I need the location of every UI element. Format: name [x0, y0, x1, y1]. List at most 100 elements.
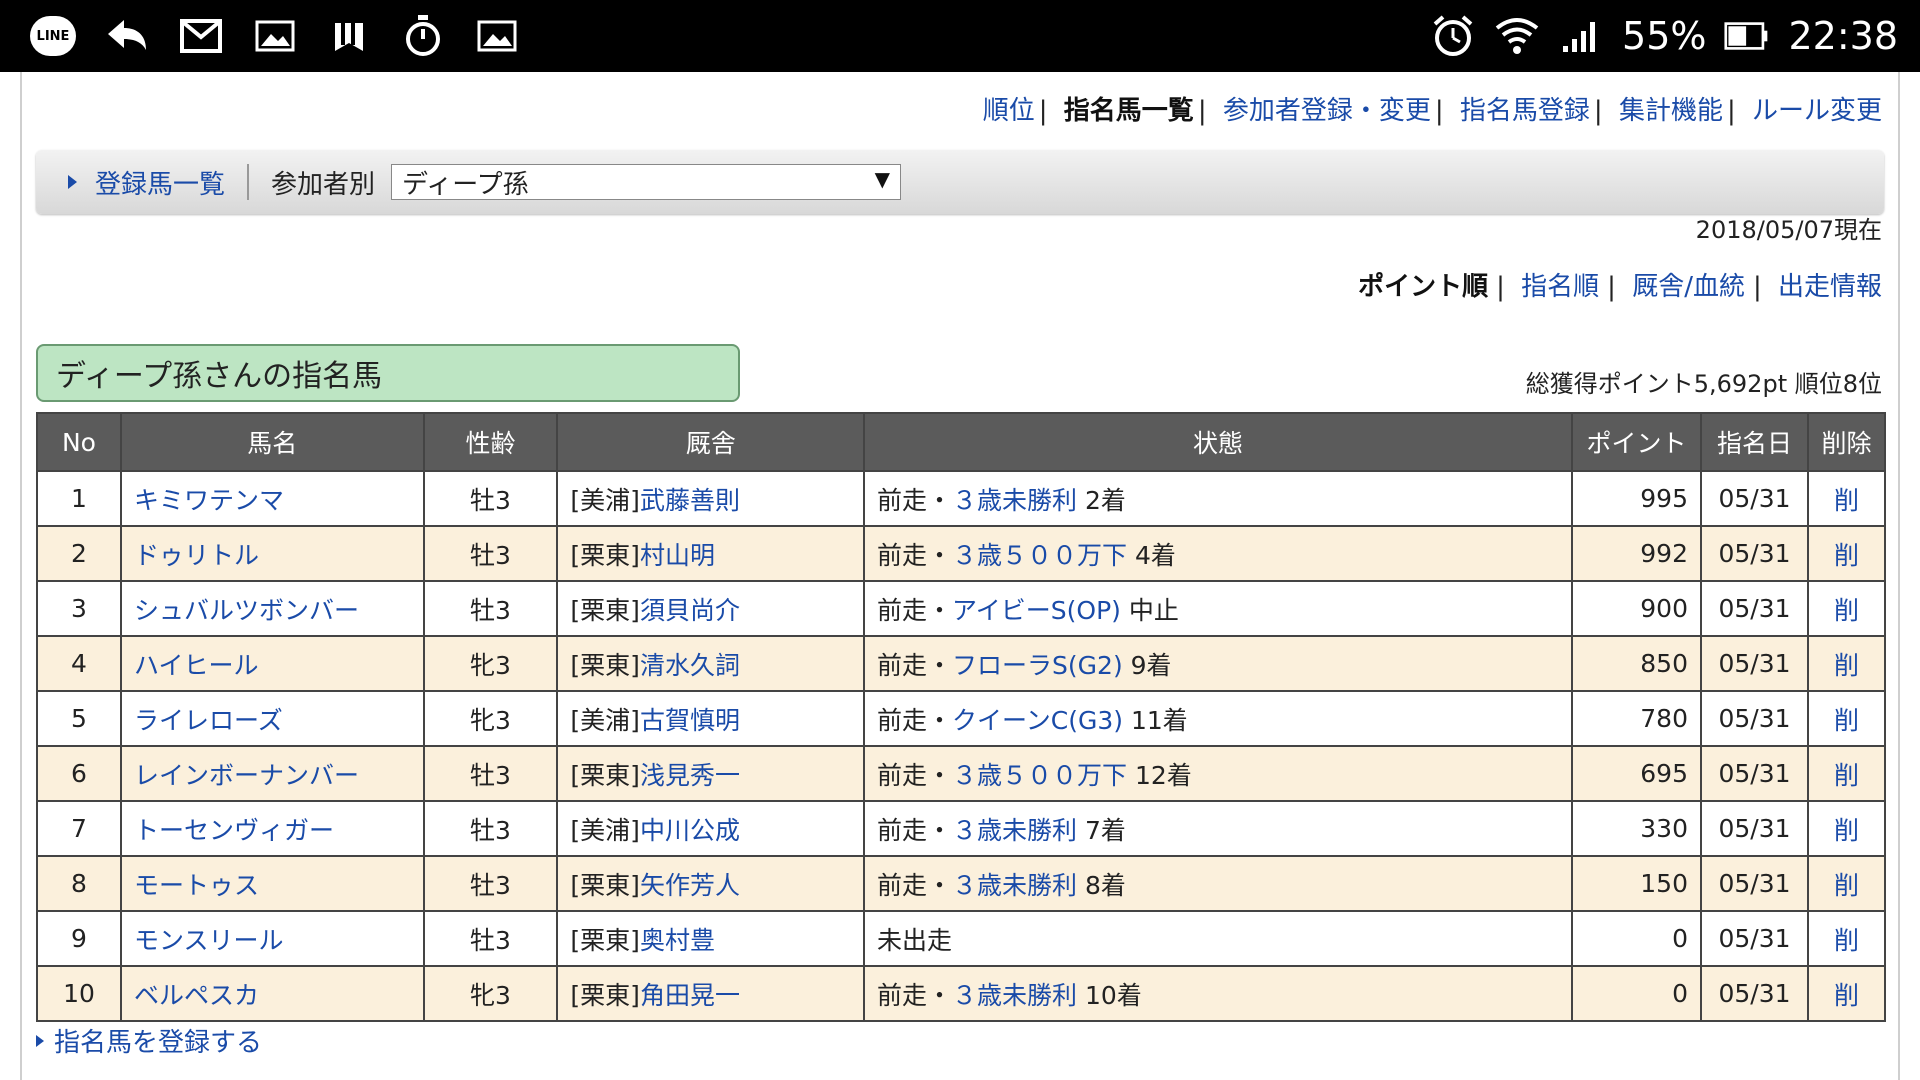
delete-cell: 削	[1806, 800, 1887, 857]
col-header-delete[interactable]: 削除	[1806, 412, 1887, 472]
nav-aggregate[interactable]: 集計機能	[1619, 96, 1723, 126]
sort-race-info[interactable]: 出走情報	[1778, 272, 1882, 302]
horse-name-link[interactable]: モンスリール	[134, 926, 284, 955]
delete-link[interactable]: 削	[1834, 486, 1859, 515]
nav-participant-register[interactable]: 参加者登録・変更	[1223, 96, 1431, 126]
last-race-link[interactable]: ３歳未勝利	[952, 871, 1077, 900]
trainer-link[interactable]: 村山明	[640, 541, 715, 570]
sort-navigation: ポイント順 | 指名順 | 厩舎/血統 | 出走情報	[1358, 266, 1882, 303]
participant-select[interactable]: ディープ孫 ▼	[391, 164, 902, 200]
trainer-link[interactable]: 矢作芳人	[640, 871, 740, 900]
row-no: 5	[36, 690, 122, 747]
last-race-link[interactable]: ３歳未勝利	[952, 816, 1077, 845]
bookmark-icon	[326, 13, 372, 59]
last-race-link[interactable]: クイーンC(G3)	[952, 706, 1123, 735]
table-row: 10 ベルペスカ 牝3 [栗東]角田晃一 前走・３歳未勝利 10着 0 05/31 削	[36, 965, 1887, 1022]
nomination-date: 05/31	[1700, 635, 1809, 692]
status-prefix: 前走・	[877, 595, 953, 625]
nav-rule-change[interactable]: ルール変更	[1752, 96, 1882, 126]
register-horse-link[interactable]: 指名馬を登録する	[36, 1022, 262, 1059]
registered-horses-link[interactable]: 登録馬一覧	[36, 164, 225, 201]
horse-name-link[interactable]: キミワテンマ	[134, 486, 284, 515]
row-no: 1	[36, 470, 122, 527]
points: 330	[1571, 800, 1702, 857]
nav-nominate-horse[interactable]: 指名馬登録	[1460, 96, 1590, 126]
trainer-link[interactable]: 中川公成	[640, 816, 740, 845]
nominated-horses-table: No 馬名 性齢 厩舎 状態 ポイント 指名日 削除 1 キミワテンマ 牡3 [美浦]…	[36, 412, 1887, 1022]
status-cell: 前走・フローラS(G2) 9着	[863, 635, 1574, 692]
row-no: 9	[36, 910, 122, 967]
nomination-date: 05/31	[1700, 745, 1809, 802]
points: 900	[1571, 580, 1702, 637]
filter-bar: 登録馬一覧 参加者別 ディープ孫 ▼	[36, 150, 1884, 214]
last-race-result: 12着	[1127, 760, 1192, 790]
last-race-link[interactable]: ３歳未勝利	[952, 486, 1077, 515]
status-prefix: 前走・	[877, 980, 953, 1010]
stable-region: [栗東]	[570, 760, 640, 790]
horse-name-link[interactable]: ライレローズ	[134, 706, 283, 735]
sex-age: 牝3	[422, 690, 559, 747]
nav-ranking[interactable]: 順位	[983, 96, 1035, 126]
sex-age: 牡3	[422, 745, 559, 802]
horse-name-link[interactable]: トーセンヴィガー	[134, 816, 334, 845]
delete-link[interactable]: 削	[1834, 651, 1859, 680]
delete-link[interactable]: 削	[1834, 871, 1859, 900]
col-header-status[interactable]: 状態	[863, 412, 1574, 472]
nav-separator: |	[1197, 96, 1207, 126]
sort-points[interactable]: ポイント順	[1358, 272, 1488, 302]
last-race-link[interactable]: ３歳５００万下	[952, 761, 1127, 790]
horse-name-link[interactable]: ハイヒール	[134, 651, 259, 680]
delete-link[interactable]: 削	[1834, 816, 1859, 845]
points: 850	[1571, 635, 1702, 692]
delete-link[interactable]: 削	[1834, 761, 1859, 790]
delete-link[interactable]: 削	[1834, 981, 1859, 1010]
nav-nominated-list[interactable]: 指名馬一覧	[1064, 96, 1194, 126]
horse-name-link[interactable]: ドゥリトル	[134, 541, 259, 570]
trainer-link[interactable]: 浅見秀一	[640, 761, 740, 790]
points: 992	[1571, 525, 1702, 582]
col-header-sex-age[interactable]: 性齢	[422, 412, 559, 472]
sort-nomination-order[interactable]: 指名順	[1521, 272, 1599, 302]
status-bar: LINE 55% 22:38	[0, 0, 1920, 72]
horse-name-link[interactable]: レインボーナンバー	[134, 761, 359, 790]
horse-name-link[interactable]: モートゥス	[134, 871, 259, 900]
col-header-stable[interactable]: 厩舎	[556, 412, 866, 472]
nomination-date: 05/31	[1700, 910, 1809, 967]
delete-link[interactable]: 削	[1834, 541, 1859, 570]
status-prefix: 前走・	[877, 815, 953, 845]
col-header-no[interactable]: No	[36, 412, 122, 472]
col-header-points[interactable]: ポイント	[1571, 412, 1702, 472]
table-row: 9 モンスリール 牡3 [栗東]奥村豊 未出走 0 05/31 削	[36, 910, 1887, 967]
delete-link[interactable]: 削	[1834, 596, 1859, 625]
nav-separator: |	[1038, 96, 1048, 126]
horse-name-link[interactable]: シュバルツボンバー	[134, 596, 359, 625]
row-no: 3	[36, 580, 122, 637]
points: 995	[1571, 470, 1702, 527]
horse-name-cell: トーセンヴィガー	[119, 800, 425, 857]
last-race-link[interactable]: ３歳未勝利	[952, 981, 1077, 1010]
delete-cell: 削	[1806, 965, 1887, 1022]
line-icon-label: LINE	[30, 16, 76, 56]
delete-link[interactable]: 削	[1834, 926, 1859, 955]
last-race-link[interactable]: ３歳５００万下	[952, 541, 1127, 570]
delete-cell: 削	[1806, 580, 1887, 637]
trainer-link[interactable]: 奥村豊	[640, 926, 715, 955]
horse-name-cell: シュバルツボンバー	[119, 580, 425, 637]
delete-cell: 削	[1806, 745, 1887, 802]
trainer-link[interactable]: 古賀慎明	[640, 706, 740, 735]
trainer-link[interactable]: 清水久詞	[640, 651, 740, 680]
col-header-horse-name[interactable]: 馬名	[119, 412, 425, 472]
last-race-link[interactable]: アイビーS(OP)	[952, 596, 1121, 625]
trainer-link[interactable]: 須貝尚介	[640, 596, 740, 625]
trainer-link[interactable]: 武藤善則	[640, 486, 740, 515]
delete-link[interactable]: 削	[1834, 706, 1859, 735]
horse-name-link[interactable]: ベルペスカ	[134, 981, 259, 1010]
last-race-link[interactable]: フローラS(G2)	[952, 651, 1123, 680]
last-race-result: 11着	[1123, 705, 1188, 735]
col-header-date[interactable]: 指名日	[1700, 412, 1809, 472]
trainer-link[interactable]: 角田晃一	[640, 981, 740, 1010]
table-row: 6 レインボーナンバー 牡3 [栗東]浅見秀一 前走・３歳５００万下 12着 695 05/…	[36, 745, 1887, 802]
sort-stable-bloodline[interactable]: 厩舎/血統	[1632, 272, 1745, 302]
status-cell: 前走・３歳未勝利 7着	[863, 800, 1574, 857]
status-cell: 前走・３歳５００万下 12着	[863, 745, 1574, 802]
